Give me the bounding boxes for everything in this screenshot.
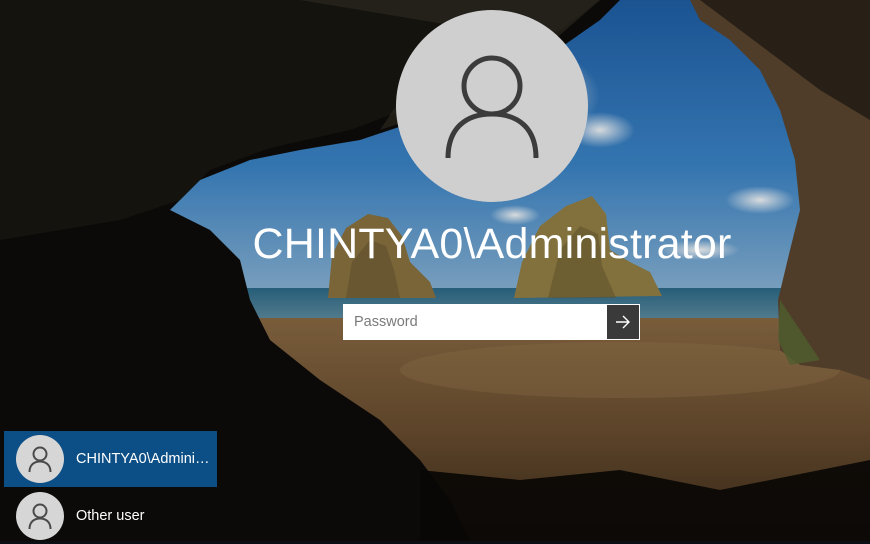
user-avatar-small: [16, 492, 64, 540]
user-list-label: Other user: [76, 508, 145, 524]
user-icon: [445, 55, 539, 158]
password-input[interactable]: [344, 305, 607, 339]
arrow-right-icon: [616, 315, 630, 329]
user-list-item-administrator[interactable]: CHINTYA0\Administrator: [4, 431, 217, 487]
user-avatar-small: [16, 435, 64, 483]
user-list-item-other-user[interactable]: Other user: [4, 488, 217, 544]
account-name: CHINTYA0\Administrator: [252, 220, 732, 268]
submit-button[interactable]: [607, 305, 639, 339]
user-icon: [28, 446, 52, 472]
password-box: [343, 304, 640, 340]
user-icon: [28, 503, 52, 529]
user-avatar: [396, 10, 588, 202]
user-list-label: CHINTYA0\Administrator: [76, 451, 216, 467]
